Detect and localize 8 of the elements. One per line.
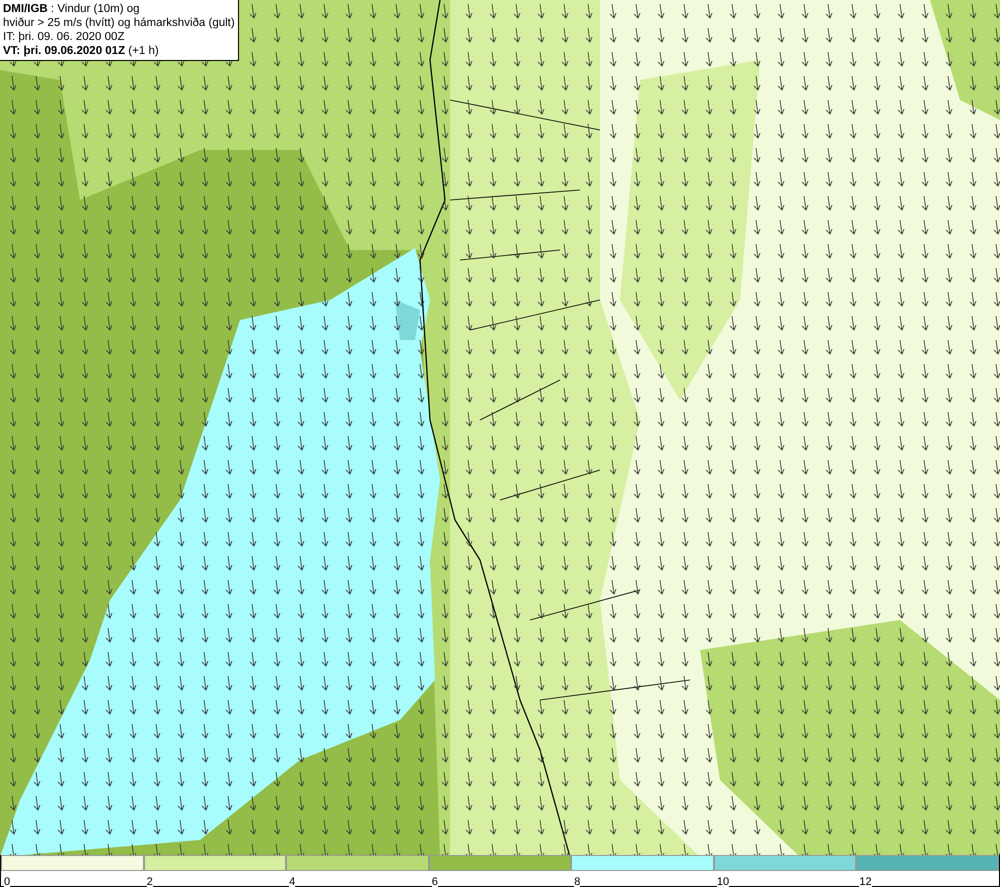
legend-tick-label: 8 (574, 876, 580, 887)
legend-tick-label: 6 (432, 876, 438, 887)
legend-tick-label: 0 (4, 876, 10, 887)
legend-tick-label: 4 (289, 876, 296, 887)
legend-tick-label: 10 (716, 876, 730, 887)
legend-tick-label: 2 (146, 876, 153, 887)
legend-tick-label: 12 (859, 876, 872, 887)
map-title: DMI/IGB : Vindur (10m) og hviður > 25 m/s (hvítt) og hámarkshviða (gult) IT: þri. 09. 06. 2020 00Z VT: þri. 09.06.2020 01Z (+1 h) (0, 0, 239, 61)
